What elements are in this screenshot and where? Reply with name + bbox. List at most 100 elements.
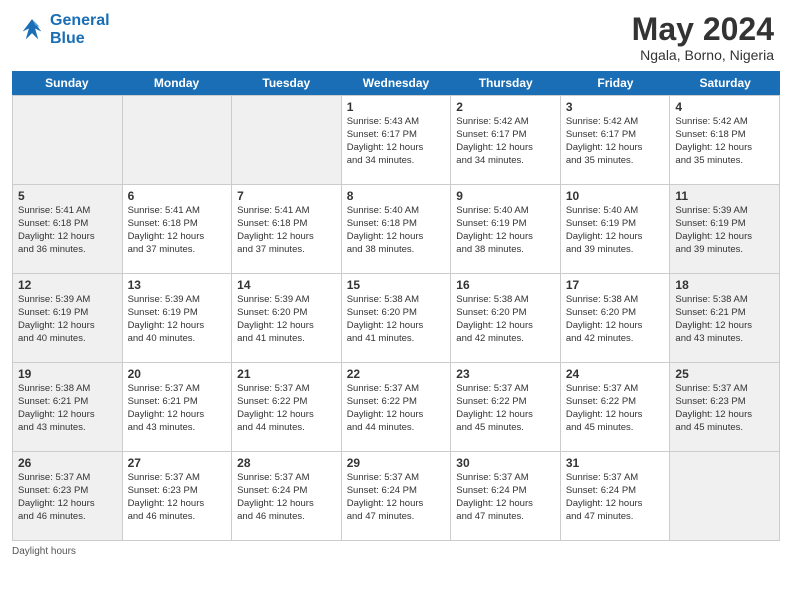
calendar-cell: 17Sunrise: 5:38 AM Sunset: 6:20 PM Dayli…: [561, 274, 671, 362]
calendar-cell: 31 Sunrise: 5:37 AM Sunset: 6:24 PM Dayli…: [561, 452, 671, 540]
day-number: 14: [237, 278, 336, 292]
day-info: Sunrise: 5:37 AM Sunset: 6:21 PM Dayligh…: [128, 383, 227, 434]
calendar-cell: 28Sunrise: 5:37 AM Sunset: 6:24 PM Dayli…: [232, 452, 342, 540]
cal-header-day: Saturday: [670, 71, 780, 95]
day-info: Sunrise: 5:40 AM Sunset: 6:19 PM Dayligh…: [566, 205, 665, 256]
day-number: 20: [128, 367, 227, 381]
footer: Daylight hours: [12, 546, 780, 557]
cal-header-day: Tuesday: [231, 71, 341, 95]
day-number: 13: [128, 278, 227, 292]
day-info: Sunrise: 5:37 AM Sunset: 6:22 PM Dayligh…: [566, 383, 665, 434]
cal-header-day: Friday: [561, 71, 671, 95]
calendar-cell: 16 Sunrise: 5:38 AM Sunset: 6:20 PM Dayli…: [451, 274, 561, 362]
cal-header-day: Sunday: [12, 71, 122, 95]
calendar-cell: [232, 96, 342, 184]
calendar-cell: 13 Sunrise: 5:39 AM Sunset: 6:19 PM Dayli…: [123, 274, 233, 362]
day-number: 10: [566, 189, 665, 203]
day-info: Sunrise: 5:37 AM Sunset: 6:24 PM Dayligh…: [347, 472, 446, 523]
cal-header-day: Thursday: [451, 71, 561, 95]
day-info: Sunrise: 5:37 AM Sunset: 6:24 PM Dayligh…: [566, 472, 665, 523]
day-number: 31: [566, 456, 665, 470]
calendar-cell: 11 Sunrise: 5:39 AM Sunset: 6:19 PM Dayli…: [670, 185, 780, 273]
day-info: Sunrise: 5:38 AM Sunset: 6:21 PM Dayligh…: [675, 294, 774, 345]
day-info: Sunrise: 5:42 AM Sunset: 6:17 PM Dayligh…: [456, 116, 555, 167]
day-info: Sunrise: 5:40 AM Sunset: 6:18 PM Dayligh…: [347, 205, 446, 256]
day-number: 24: [566, 367, 665, 381]
day-number: 30: [456, 456, 555, 470]
logo-text: General Blue: [50, 12, 110, 47]
day-info: Sunrise: 5:42 AM Sunset: 6:18 PM Dayligh…: [675, 116, 774, 167]
calendar-cell: 25Sunrise: 5:37 AM Sunset: 6:23 PM Dayli…: [670, 363, 780, 451]
calendar-cell: 1Sunrise: 5:43 AM Sunset: 6:17 PM Daylig…: [342, 96, 452, 184]
calendar-cell: 5 Sunrise: 5:41 AM Sunset: 6:18 PM Daylig…: [13, 185, 123, 273]
cal-header-day: Wednesday: [341, 71, 451, 95]
day-number: 3: [566, 100, 665, 114]
calendar-cell: 12 Sunrise: 5:39 AM Sunset: 6:19 PM Dayli…: [13, 274, 123, 362]
calendar-cell: 9 Sunrise: 5:40 AM Sunset: 6:19 PM Daylig…: [451, 185, 561, 273]
calendar-cell: 22 Sunrise: 5:37 AM Sunset: 6:22 PM Dayli…: [342, 363, 452, 451]
day-info: Sunrise: 5:41 AM Sunset: 6:18 PM Dayligh…: [18, 205, 117, 256]
day-info: Sunrise: 5:38 AM Sunset: 6:20 PM Dayligh…: [347, 294, 446, 345]
day-info: Sunrise: 5:38 AM Sunset: 6:20 PM Dayligh…: [456, 294, 555, 345]
calendar-cell: 15 Sunrise: 5:38 AM Sunset: 6:20 PM Dayli…: [342, 274, 452, 362]
day-number: 2: [456, 100, 555, 114]
day-info: Sunrise: 5:37 AM Sunset: 6:22 PM Dayligh…: [456, 383, 555, 434]
calendar-cell: 6 Sunrise: 5:41 AM Sunset: 6:18 PM Daylig…: [123, 185, 233, 273]
logo-icon: [18, 16, 46, 44]
footer-text: Daylight hours: [12, 546, 76, 557]
day-number: 25: [675, 367, 774, 381]
calendar-cell: 26 Sunrise: 5:37 AM Sunset: 6:23 PM Dayli…: [13, 452, 123, 540]
day-info: Sunrise: 5:37 AM Sunset: 6:23 PM Dayligh…: [128, 472, 227, 523]
title-block: May 2024 Ngala, Borno, Nigeria: [632, 12, 774, 63]
calendar-cell: [123, 96, 233, 184]
page: General Blue May 2024 Ngala, Borno, Nige…: [0, 0, 792, 612]
calendar-cell: 30Sunrise: 5:37 AM Sunset: 6:24 PM Dayli…: [451, 452, 561, 540]
day-number: 15: [347, 278, 446, 292]
day-info: Sunrise: 5:38 AM Sunset: 6:21 PM Dayligh…: [18, 383, 117, 434]
calendar-cell: 20 Sunrise: 5:37 AM Sunset: 6:21 PM Dayli…: [123, 363, 233, 451]
day-number: 23: [456, 367, 555, 381]
calendar-cell: 8 Sunrise: 5:40 AM Sunset: 6:18 PM Daylig…: [342, 185, 452, 273]
day-info: Sunrise: 5:37 AM Sunset: 6:22 PM Dayligh…: [347, 383, 446, 434]
day-info: Sunrise: 5:39 AM Sunset: 6:20 PM Dayligh…: [237, 294, 336, 345]
day-number: 12: [18, 278, 117, 292]
day-info: Sunrise: 5:43 AM Sunset: 6:17 PM Dayligh…: [347, 116, 446, 167]
day-number: 5: [18, 189, 117, 203]
calendar-cell: 14 Sunrise: 5:39 AM Sunset: 6:20 PM Dayli…: [232, 274, 342, 362]
calendar-week: 5 Sunrise: 5:41 AM Sunset: 6:18 PM Daylig…: [13, 185, 780, 274]
calendar-cell: 7Sunrise: 5:41 AM Sunset: 6:18 PM Daylig…: [232, 185, 342, 273]
day-number: 26: [18, 456, 117, 470]
day-info: Sunrise: 5:40 AM Sunset: 6:19 PM Dayligh…: [456, 205, 555, 256]
day-number: 11: [675, 189, 774, 203]
day-info: Sunrise: 5:39 AM Sunset: 6:19 PM Dayligh…: [18, 294, 117, 345]
calendar-week: 12 Sunrise: 5:39 AM Sunset: 6:19 PM Dayli…: [13, 274, 780, 363]
day-number: 18: [675, 278, 774, 292]
calendar-cell: 21Sunrise: 5:37 AM Sunset: 6:22 PM Dayli…: [232, 363, 342, 451]
day-number: 22: [347, 367, 446, 381]
day-info: Sunrise: 5:42 AM Sunset: 6:17 PM Dayligh…: [566, 116, 665, 167]
calendar-cell: 10 Sunrise: 5:40 AM Sunset: 6:19 PM Dayli…: [561, 185, 671, 273]
day-info: Sunrise: 5:37 AM Sunset: 6:22 PM Dayligh…: [237, 383, 336, 434]
day-number: 6: [128, 189, 227, 203]
day-info: Sunrise: 5:37 AM Sunset: 6:23 PM Dayligh…: [18, 472, 117, 523]
day-info: Sunrise: 5:39 AM Sunset: 6:19 PM Dayligh…: [128, 294, 227, 345]
calendar-cell: 18 Sunrise: 5:38 AM Sunset: 6:21 PM Dayli…: [670, 274, 780, 362]
calendar-week: 1Sunrise: 5:43 AM Sunset: 6:17 PM Daylig…: [13, 96, 780, 185]
calendar-cell: 2 Sunrise: 5:42 AM Sunset: 6:17 PM Daylig…: [451, 96, 561, 184]
calendar-cell: 23 Sunrise: 5:37 AM Sunset: 6:22 PM Dayli…: [451, 363, 561, 451]
day-info: Sunrise: 5:38 AM Sunset: 6:20 PM Dayligh…: [566, 294, 665, 345]
day-number: 16: [456, 278, 555, 292]
day-number: 4: [675, 100, 774, 114]
calendar-week: 26 Sunrise: 5:37 AM Sunset: 6:23 PM Dayli…: [13, 452, 780, 541]
calendar-cell: 4 Sunrise: 5:42 AM Sunset: 6:18 PM Daylig…: [670, 96, 780, 184]
day-number: 9: [456, 189, 555, 203]
calendar-cell: 24 Sunrise: 5:37 AM Sunset: 6:22 PM Dayli…: [561, 363, 671, 451]
day-number: 8: [347, 189, 446, 203]
day-info: Sunrise: 5:39 AM Sunset: 6:19 PM Dayligh…: [675, 205, 774, 256]
calendar-header: SundayMondayTuesdayWednesdayThursdayFrid…: [12, 71, 780, 95]
day-info: Sunrise: 5:41 AM Sunset: 6:18 PM Dayligh…: [128, 205, 227, 256]
day-number: 19: [18, 367, 117, 381]
day-info: Sunrise: 5:41 AM Sunset: 6:18 PM Dayligh…: [237, 205, 336, 256]
calendar-body: 1Sunrise: 5:43 AM Sunset: 6:17 PM Daylig…: [12, 95, 780, 541]
calendar-cell: 29Sunrise: 5:37 AM Sunset: 6:24 PM Dayli…: [342, 452, 452, 540]
